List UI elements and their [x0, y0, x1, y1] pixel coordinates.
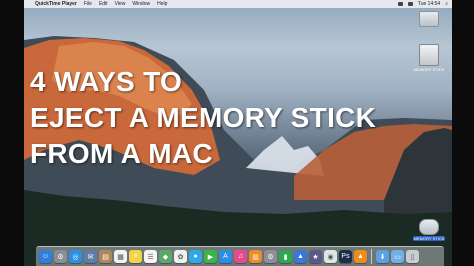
contacts-icon[interactable]: ▤ [99, 250, 112, 263]
headline-line-1: 4 WAYS TO [30, 66, 183, 97]
imovie-icon[interactable]: ★ [309, 250, 322, 263]
desktop-icon-label: MEMORY STICK [412, 236, 446, 241]
system-preferences-icon[interactable]: ⚙ [264, 250, 277, 263]
chrome-icon[interactable]: ◉ [324, 250, 337, 263]
menu-help[interactable]: Help [157, 1, 167, 7]
memory-stick-icon [419, 219, 439, 235]
ibooks-icon[interactable]: ▥ [249, 250, 262, 263]
spotlight-search-icon[interactable]: ⌕ [445, 1, 448, 7]
video-title-overlay: 4 WAYS TO EJECT A MEMORY STICK FROM A MA… [30, 64, 376, 172]
app-store-icon[interactable]: A [219, 250, 232, 263]
reminders-icon[interactable]: ☰ [144, 250, 157, 263]
photos-icon[interactable]: ✿ [174, 250, 187, 263]
menu-edit[interactable]: Edit [99, 1, 108, 7]
headline-line-3: FROM A MAC [30, 138, 213, 169]
desktop-hard-drive[interactable] [412, 11, 446, 33]
maps-icon[interactable]: ◆ [159, 250, 172, 263]
vlc-icon[interactable]: ▲ [354, 250, 367, 263]
wifi-icon[interactable] [397, 2, 403, 6]
notes-icon[interactable]: ≡ [129, 250, 142, 263]
downloads-icon[interactable]: ⬇ [376, 250, 389, 263]
keynote-icon[interactable]: ▲ [294, 250, 307, 263]
battery-icon[interactable] [407, 2, 413, 6]
menu-status-area: Tue 14:54 ⌕ [397, 1, 448, 7]
folder-icon[interactable]: ▭ [391, 250, 404, 263]
itunes-icon[interactable]: ♫ [234, 250, 247, 263]
menu-view[interactable]: View [115, 1, 126, 7]
finder-icon[interactable]: ☺ [39, 250, 52, 263]
hard-drive-icon [419, 11, 439, 27]
dock-separator [371, 249, 372, 264]
calendar-icon[interactable]: ▦ [114, 250, 127, 263]
messages-icon[interactable]: ● [189, 250, 202, 263]
mac-desktop-screen: QuickTime Player File Edit View Window H… [24, 0, 452, 266]
desktop-icon-label: MEMORY STICK [413, 67, 445, 72]
mail-icon[interactable]: ✉ [84, 250, 97, 263]
dock: ☺ ⚙ ◎ ✉ ▤ ▦ ≡ ☰ ◆ ✿ ● ▶ A ♫ ▥ ⚙ ▮ ▲ ★ ◉ Ps ▲ ⬇ ▭ ▯ [36, 246, 444, 266]
menu-file[interactable]: File [84, 1, 92, 7]
menu-clock[interactable]: Tue 14:54 [418, 1, 440, 7]
desktop-memory-stick-selected[interactable]: MEMORY STICK [412, 219, 446, 241]
menu-bar: QuickTime Player File Edit View Window H… [24, 0, 452, 8]
photoshop-icon[interactable]: Ps [339, 250, 352, 263]
facetime-icon[interactable]: ▶ [204, 250, 217, 263]
numbers-icon[interactable]: ▮ [279, 250, 292, 263]
memory-stick-icon [419, 44, 439, 66]
headline-line-2: EJECT A MEMORY STICK [30, 102, 377, 133]
menu-window[interactable]: Window [132, 1, 150, 7]
trash-icon[interactable]: ▯ [406, 250, 419, 263]
desktop-memory-stick[interactable]: MEMORY STICK [412, 44, 446, 72]
menu-app-name[interactable]: QuickTime Player [35, 1, 77, 7]
launchpad-icon[interactable]: ⚙ [54, 250, 67, 263]
safari-icon[interactable]: ◎ [69, 250, 82, 263]
